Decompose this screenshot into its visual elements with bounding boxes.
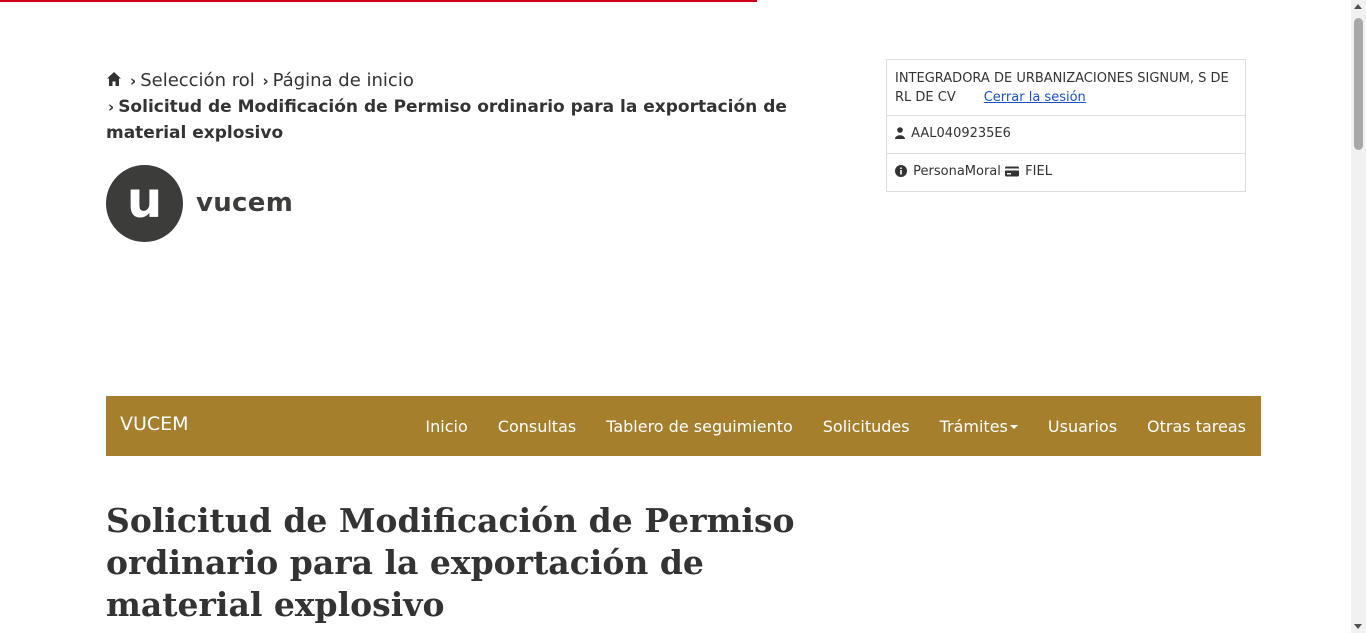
user-type-row: PersonaMoral FIEL: [887, 154, 1245, 191]
nav-item-tramites-label: Trámites: [939, 417, 1008, 436]
nav-item-usuarios[interactable]: Usuarios: [1048, 417, 1117, 436]
person-type: PersonaMoral: [913, 164, 1001, 179]
scroll-down-icon[interactable]: [1354, 624, 1362, 629]
info-circle-icon: [895, 164, 907, 183]
page-title: Solicitud de Modificación de Permiso ord…: [106, 501, 795, 624]
breadcrumb-current: Solicitud de Modificación de Permiso ord…: [106, 97, 787, 143]
nav-item-otras-tareas[interactable]: Otras tareas: [1147, 417, 1246, 436]
chevron-right-icon: ›: [130, 72, 137, 90]
credit-card-icon: [1005, 164, 1020, 183]
vertical-scrollbar[interactable]: [1351, 0, 1366, 633]
scrollbar-thumb[interactable]: [1354, 18, 1363, 150]
navbar-menu: Inicio Consultas Tablero de seguimiento …: [395, 417, 1246, 436]
vucem-logo[interactable]: u vucem: [106, 164, 294, 242]
home-icon[interactable]: [106, 69, 122, 86]
chevron-right-icon: ›: [262, 72, 269, 90]
nav-item-consultas[interactable]: Consultas: [498, 417, 576, 436]
navbar-brand[interactable]: VUCEM: [120, 413, 189, 435]
nav-item-tramites[interactable]: Trámites: [940, 417, 1018, 436]
nav-item-solicitudes[interactable]: Solicitudes: [823, 417, 910, 436]
user-icon: [895, 126, 905, 145]
scroll-up-icon[interactable]: [1354, 4, 1362, 9]
user-rfc: AAL0409235E6: [911, 126, 1011, 141]
user-company-row: INTEGRADORA DE URBANIZACIONES SIGNUM, S …: [887, 60, 1245, 116]
certificate-type: FIEL: [1025, 164, 1052, 179]
loading-progress-bar: [0, 0, 757, 2]
breadcrumb: › Selección rol › Página de inicio › Solici…: [106, 68, 836, 146]
user-info-panel: INTEGRADORA DE URBANIZACIONES SIGNUM, S …: [886, 59, 1246, 192]
logo-mark: u: [106, 164, 183, 242]
caret-down-icon: [1009, 425, 1018, 429]
breadcrumb-item-pagina-inicio[interactable]: Página de inicio: [273, 70, 414, 91]
nav-item-tablero[interactable]: Tablero de seguimiento: [606, 417, 793, 436]
logout-link[interactable]: Cerrar la sesión: [984, 90, 1086, 105]
main-navbar: VUCEM Inicio Consultas Tablero de seguim…: [106, 396, 1261, 456]
breadcrumb-item-seleccion-rol[interactable]: Selección rol: [140, 70, 255, 91]
user-rfc-row: AAL0409235E6: [887, 116, 1245, 154]
nav-item-inicio[interactable]: Inicio: [425, 417, 467, 436]
chevron-right-icon: ›: [108, 98, 115, 116]
logo-name: vucem: [196, 188, 294, 218]
